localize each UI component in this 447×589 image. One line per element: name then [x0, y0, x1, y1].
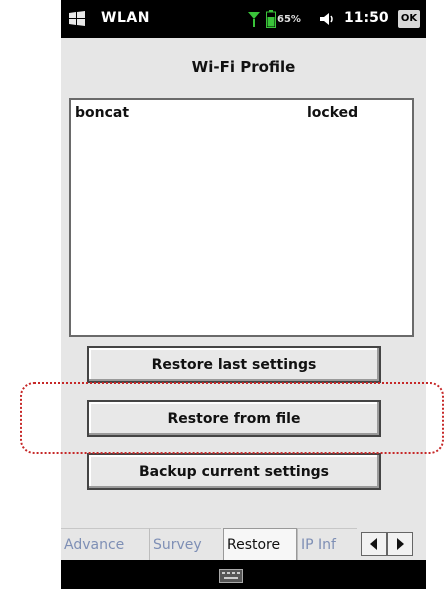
page-title: Wi-Fi Profile — [191, 58, 296, 76]
battery-percent: 65% — [277, 14, 301, 25]
highlight-outline — [20, 382, 444, 454]
tab-bar: Advance Survey Restore IP Inf — [61, 524, 426, 560]
windows-flag-icon[interactable] — [67, 9, 87, 29]
tab-survey[interactable]: Survey — [149, 528, 221, 560]
ok-button[interactable]: OK — [398, 10, 420, 28]
tab-advance[interactable]: Advance — [61, 528, 149, 560]
chevron-right-icon — [397, 538, 404, 550]
status-bar: WLAN 65% 11:50 OK — [61, 0, 426, 38]
clock[interactable]: 11:50 — [344, 10, 389, 26]
chevron-left-icon — [370, 538, 377, 550]
list-item[interactable]: boncat locked — [71, 100, 412, 122]
soft-key-bar — [61, 560, 426, 589]
tab-scroll-left-button[interactable] — [361, 532, 387, 556]
tab-ip-info[interactable]: IP Inf — [297, 528, 357, 560]
profile-list[interactable]: boncat locked — [69, 98, 414, 337]
app-name: WLAN — [101, 10, 150, 26]
profile-name: boncat — [75, 105, 130, 121]
tab-restore[interactable]: Restore — [223, 528, 297, 560]
restore-last-settings-button[interactable]: Restore last settings — [87, 346, 381, 383]
tab-scroll-right-button[interactable] — [387, 532, 413, 556]
keyboard-icon[interactable] — [219, 568, 243, 583]
backup-current-settings-button[interactable]: Backup current settings — [87, 453, 381, 490]
device-screen: WLAN 65% 11:50 OK Wi-Fi Profile boncat l… — [61, 0, 426, 589]
profile-status: locked — [307, 105, 359, 121]
signal-icon[interactable] — [247, 11, 261, 27]
volume-icon[interactable] — [319, 11, 337, 27]
battery-icon[interactable] — [266, 10, 276, 28]
